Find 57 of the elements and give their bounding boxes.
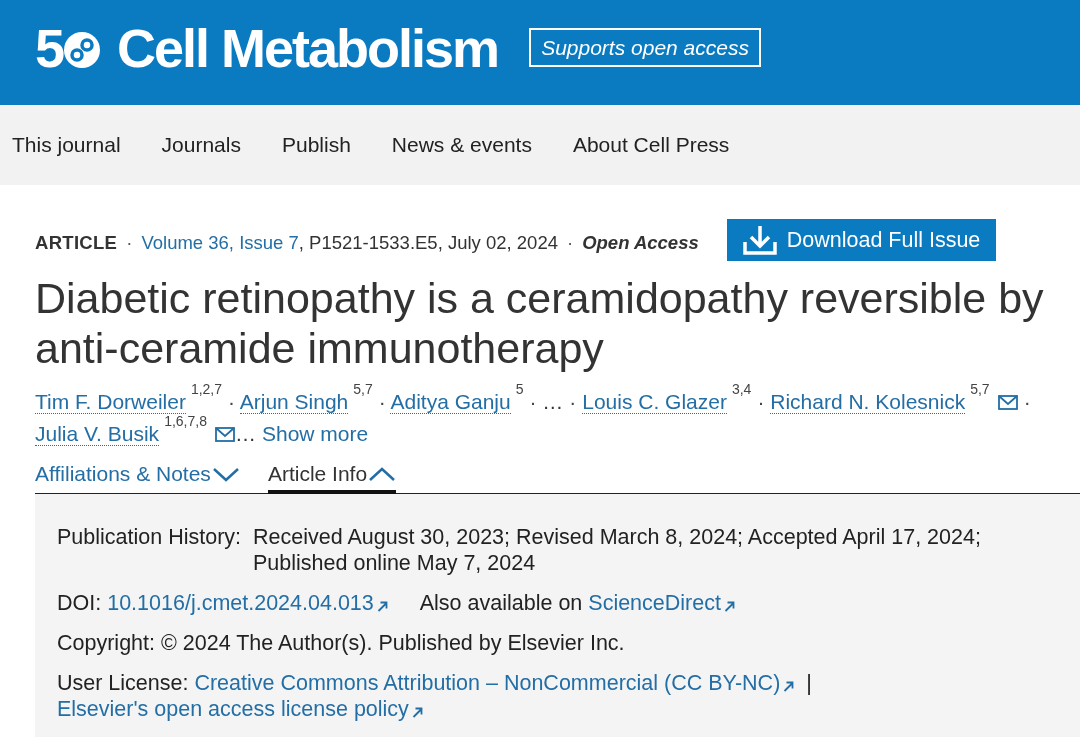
dot-separator: ·	[757, 390, 765, 413]
ellipsis-text: …	[542, 390, 564, 413]
ring-logo-icon	[64, 32, 101, 68]
affiliation-numbers: 3,4	[731, 381, 752, 397]
history-text: Received August 30, 2023; Revised March 8, 2024; Accepted April 17, 2024; Published online May 7, 2024	[253, 524, 982, 576]
author-link[interactable]: Richard N. Kolesnick	[770, 390, 966, 414]
show-more-link[interactable]: Show more	[261, 422, 369, 445]
issue-link[interactable]: Volume 36, Issue 7	[141, 232, 299, 254]
download-icon	[742, 225, 777, 255]
external-link-icon	[376, 601, 388, 612]
nav-link[interactable]: Publish	[281, 129, 351, 161]
external-link-icon	[783, 681, 795, 692]
nav-link[interactable]: News & events	[391, 129, 532, 161]
affiliation-numbers: 5	[515, 381, 524, 397]
author-link[interactable]: Aditya Ganju	[390, 390, 511, 414]
divider-text: |	[806, 671, 812, 695]
nav-link[interactable]: About Cell Press	[572, 129, 730, 161]
affiliation-numbers: 1,6,7,8	[164, 413, 207, 429]
nav-link[interactable]: This journal	[12, 129, 121, 161]
dot-separator: ·	[569, 390, 577, 413]
external-link[interactable]: Elsevier's open access license policy	[57, 697, 423, 721]
info-text: Copyright: © 2024 The Author(s). Published by Elsevier Inc.	[57, 631, 625, 655]
external-link-icon	[411, 707, 423, 718]
dot-separator: ·	[529, 390, 537, 413]
affiliation-numbers: 5,7	[353, 381, 373, 397]
nav-link[interactable]: Journals	[161, 129, 241, 161]
citation-details: , P1521-1533.E5, July 02, 2024	[298, 232, 558, 254]
author-link[interactable]: Louis C. Glazer	[582, 390, 727, 414]
field-label: User License:	[57, 671, 189, 695]
external-link[interactable]: Creative Commons Attribution – NonCommercial (CC BY-NC)	[194, 671, 795, 695]
access-label: Open Access	[582, 232, 699, 254]
author-link[interactable]: Julia V. Busik	[35, 422, 160, 446]
ellipsis-text: …	[234, 422, 256, 445]
article-type: ARTICLE	[35, 232, 118, 254]
external-link-icon	[723, 601, 735, 612]
author-link[interactable]: Tim F. Dorweiler	[35, 390, 186, 414]
download-button[interactable]: Download Full Issue	[726, 219, 997, 261]
dot-separator: ·	[228, 390, 236, 413]
dot-separator: ·	[378, 390, 386, 413]
field-label: DOI:	[57, 591, 102, 615]
mail-icon[interactable]	[997, 395, 1018, 410]
logo-number: 5	[35, 20, 65, 75]
dot-separator: ·	[126, 232, 133, 254]
external-link[interactable]: ScienceDirect	[588, 591, 735, 615]
external-link[interactable]: 10.1016/j.cmet.2024.04.013	[107, 591, 388, 615]
dot-separator: ·	[567, 232, 574, 254]
journal-name[interactable]: Cell Metabolism	[117, 20, 499, 75]
article-title: Diabetic retinopathy is a ceramidopathy reversible by anti-ceramide immunotherapy	[35, 273, 1045, 373]
dot-separator: ·	[1023, 390, 1031, 413]
info-text: Also available on	[419, 591, 583, 615]
author-link[interactable]: Arjun Singh	[239, 390, 349, 414]
tab[interactable]: Affiliations & Notes	[35, 462, 240, 494]
affiliation-numbers: 1,2,7	[190, 381, 223, 397]
open-access-badge: Supports open access	[529, 28, 761, 67]
affiliation-numbers: 5,7	[970, 381, 990, 397]
field-label: Publication History:	[57, 524, 242, 551]
mail-icon[interactable]	[214, 427, 235, 442]
